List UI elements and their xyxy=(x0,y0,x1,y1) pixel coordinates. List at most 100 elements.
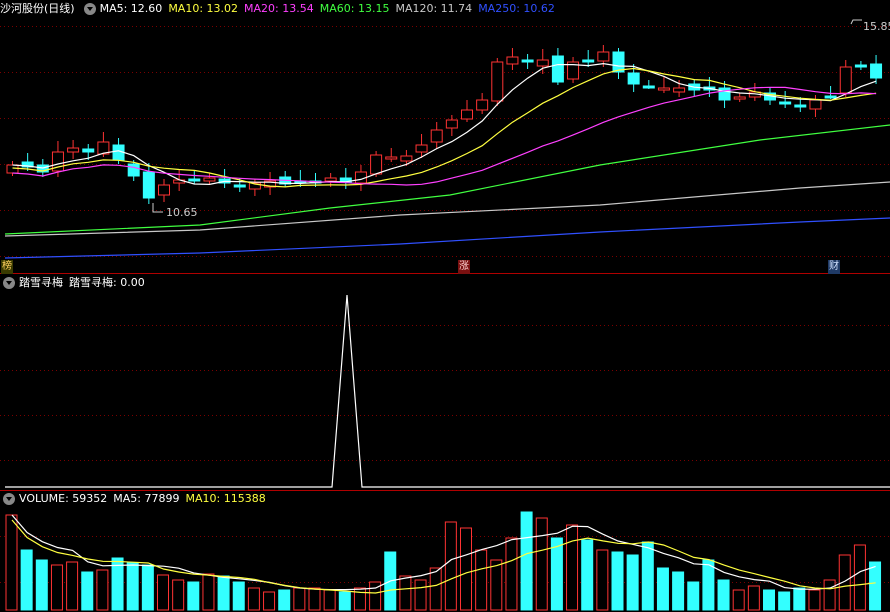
candle-body xyxy=(415,144,428,153)
volume-bar xyxy=(353,587,366,611)
volume-bar xyxy=(460,527,472,611)
candle-body xyxy=(506,56,519,65)
volume-bar xyxy=(81,571,94,611)
candle-body xyxy=(824,95,837,99)
indicator-name: 踏雪寻梅 xyxy=(19,276,63,289)
indicator-header: 踏雪寻梅 踏雪寻梅: 0.00 xyxy=(0,275,151,291)
ma-label-4: MA120: 11.74 xyxy=(395,2,473,15)
volume-label-1: MA5: 77899 xyxy=(113,492,180,505)
volume-bar xyxy=(611,551,624,611)
volume-bar xyxy=(672,571,685,611)
volume-bar xyxy=(157,574,169,611)
volume-bar xyxy=(853,544,866,611)
volume-bar xyxy=(141,564,154,611)
volume-bar xyxy=(5,514,18,611)
volume-bar xyxy=(596,549,609,611)
event-tag-right[interactable]: 财 xyxy=(828,260,840,274)
volume-bar xyxy=(217,575,230,611)
ma250-line xyxy=(4,217,890,259)
volume-bar xyxy=(278,589,291,611)
volume-bar xyxy=(323,589,336,611)
low-marker-icon xyxy=(152,203,163,213)
ma-legend: MA5: 12.60 MA10: 13.02 MA20: 13.54 MA60: 13… xyxy=(100,1,561,17)
chart-canvas[interactable]: 15.85 10.65 xyxy=(0,0,890,612)
volume-bar xyxy=(869,561,882,611)
volume-bar xyxy=(202,573,215,611)
candle-body xyxy=(6,164,19,174)
candle-body xyxy=(491,61,504,102)
candle-body xyxy=(385,156,398,160)
volume-bar xyxy=(641,541,654,611)
volume-bar xyxy=(490,559,503,611)
volume-ma10-line xyxy=(11,519,876,594)
candle-body xyxy=(188,178,201,182)
ma-label-3: MA60: 13.15 xyxy=(319,2,390,15)
volume-bar xyxy=(399,575,412,611)
candle-body xyxy=(82,148,95,153)
chevron-down-icon[interactable] xyxy=(83,3,96,15)
ma-label-0: MA5: 12.60 xyxy=(99,2,163,15)
volume-bar xyxy=(656,567,669,611)
volume-bar xyxy=(263,591,276,611)
candle-body xyxy=(794,104,807,108)
volume-bar xyxy=(293,587,306,611)
volume-bar xyxy=(702,559,715,611)
volume-bar xyxy=(793,587,806,611)
volume-bar xyxy=(550,537,563,611)
volume-bar xyxy=(232,581,245,611)
candle-body xyxy=(430,129,443,143)
indicator-plot xyxy=(5,294,890,488)
long-moving-averages xyxy=(4,124,890,259)
candle-body xyxy=(67,147,80,153)
volume-bar xyxy=(763,589,775,611)
volume-bar xyxy=(732,589,745,611)
event-tag-left[interactable]: 榜 xyxy=(1,260,13,274)
volume-bar xyxy=(172,579,185,611)
volume-moving-averages xyxy=(11,514,876,594)
candle-body xyxy=(582,59,595,63)
candle-body xyxy=(597,51,610,62)
ma-label-5: MA250: 10.62 xyxy=(478,2,555,15)
ma5-line xyxy=(12,62,877,186)
volume-bar xyxy=(778,591,791,611)
candle-body xyxy=(551,55,564,83)
event-tag-middle[interactable]: 涨 xyxy=(458,260,470,274)
volume-bar xyxy=(535,517,548,611)
candle-body xyxy=(324,177,337,182)
candle-body xyxy=(142,171,155,199)
volume-bar xyxy=(338,591,351,611)
volume-bars xyxy=(5,511,882,611)
candle-body xyxy=(536,59,549,67)
volume-bar xyxy=(475,549,488,611)
volume-bar xyxy=(187,581,200,611)
volume-ma5-line xyxy=(11,514,876,591)
high-price-label: 15.85 xyxy=(863,20,890,33)
volume-bar xyxy=(581,539,594,611)
chevron-down-icon[interactable] xyxy=(3,493,15,505)
candle-body xyxy=(809,99,822,110)
volume-bar xyxy=(520,511,533,611)
volume-header: VOLUME: 59352 MA5: 77899 MA10: 115388 xyxy=(0,491,272,507)
volume-label-0: VOLUME: 59352 xyxy=(19,492,108,505)
candle-body xyxy=(612,51,625,73)
ma20-line xyxy=(12,86,877,186)
candle-body xyxy=(203,177,216,182)
candle-body xyxy=(461,109,473,120)
indicator-line xyxy=(5,294,890,488)
candle-body xyxy=(627,72,640,85)
main-chart-header: 沙河股份(日线) MA5: 12.60 MA10: 13.02 MA20: 13.5… xyxy=(0,1,561,17)
candle-body xyxy=(733,96,746,100)
chevron-down-icon[interactable] xyxy=(3,277,15,289)
stock-title: 沙河股份(日线) xyxy=(0,2,75,15)
volume-bar xyxy=(50,564,63,611)
volume-bar xyxy=(66,561,79,611)
indicator-value: 踏雪寻梅: 0.00 xyxy=(69,276,145,289)
low-price-label: 10.65 xyxy=(166,206,198,219)
volume-bar xyxy=(414,579,427,611)
candle-body xyxy=(870,63,883,79)
ma-label-1: MA10: 13.02 xyxy=(168,2,239,15)
high-marker-icon xyxy=(850,19,862,25)
candle-body xyxy=(779,101,792,105)
volume-legend: VOLUME: 59352 MA5: 77899 MA10: 115388 xyxy=(19,491,272,507)
candle-body xyxy=(839,66,852,94)
